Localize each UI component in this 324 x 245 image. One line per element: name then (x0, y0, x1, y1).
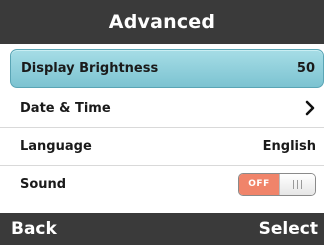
menu-item-display-brightness[interactable]: Display Brightness 50 (10, 49, 324, 88)
menu-item-label: Display Brightness (21, 61, 159, 76)
grip-icon (293, 179, 302, 189)
toggle-knob[interactable] (279, 173, 315, 195)
softkey-bar: Back Select (0, 213, 324, 245)
page-title: Advanced (108, 11, 216, 33)
brightness-value: 50 (296, 61, 315, 76)
menu-item-language[interactable]: Language English (0, 127, 324, 165)
title-bar: Advanced (0, 0, 324, 44)
toggle-off-label: OFF (239, 173, 279, 195)
select-softkey[interactable]: Select (259, 219, 318, 239)
chevron-right-icon (304, 100, 316, 116)
language-value: English (262, 138, 316, 154)
sound-toggle[interactable]: OFF (238, 172, 316, 196)
menu-item-date-time[interactable]: Date & Time (0, 89, 324, 127)
menu-item-label: Sound (20, 176, 67, 192)
menu-item-sound[interactable]: Sound OFF (0, 165, 324, 203)
menu-item-label: Language (20, 138, 92, 154)
back-softkey[interactable]: Back (11, 219, 57, 239)
menu-item-label: Date & Time (20, 100, 111, 116)
